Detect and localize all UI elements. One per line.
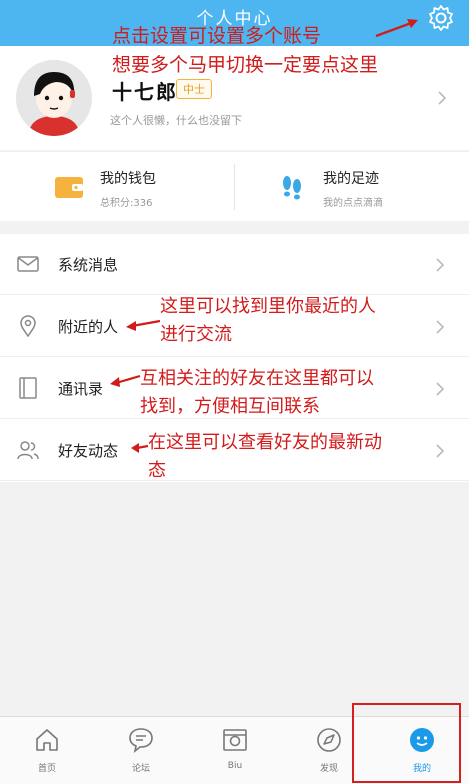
level-badge: 中士 [176,79,212,99]
annotation-contacts-2: 找到，方便相互间联系 [140,396,320,417]
menu-label: 附近的人 [58,318,119,336]
tab-home[interactable]: 首页 [0,717,94,784]
camera-icon [223,729,247,751]
home-icon [36,729,58,751]
chevron-right-icon [436,382,445,396]
highlight-box [352,703,461,783]
menu-item-system-messages[interactable]: 系统消息 [0,234,469,295]
footprint-button[interactable]: 我的足迹 我的点点滴滴 [235,152,469,222]
menu-label: 系统消息 [58,256,119,274]
wallet-points: 总积分:336 [100,198,153,209]
avatar[interactable] [16,60,92,136]
wallet-button[interactable]: 我的钱包 总积分:336 [0,152,234,222]
annotation-nearby-1: 这里可以找到里你最近的人 [160,296,376,317]
chevron-right-icon [436,444,445,458]
stats-row: 我的钱包 总积分:336 我的足迹 我的点点滴滴 [0,151,469,221]
tab-biu[interactable]: Biu [188,717,282,784]
menu-label: 好友动态 [58,442,119,460]
footprint-title: 我的足迹 [323,171,379,187]
arrow-icon [110,374,141,387]
gear-icon[interactable] [427,4,455,32]
wallet-title: 我的钱包 [100,171,156,187]
signature-text: 这个人很懒，什么也没留下 [110,114,242,127]
annotation-friends-2: 态 [148,460,166,481]
footprint-subtitle: 我的点点滴滴 [323,198,383,209]
tab-forum[interactable]: 论坛 [94,717,188,784]
wallet-icon [55,177,83,198]
mail-icon [17,256,39,272]
friends-icon [17,441,39,460]
tab-label: 论坛 [131,764,150,774]
annotation-settings-2: 想要多个马甲切换一定要点这里 [112,54,379,76]
annotation-contacts-1: 互相关注的好友在这里都可以 [140,368,374,389]
tab-label: Biu [227,761,243,771]
footprint-icon [283,176,301,200]
chevron-right-icon [438,91,447,105]
avatar-image [16,60,92,136]
annotation-settings-1: 点击设置可设置多个账号 [112,25,322,47]
chevron-right-icon [436,258,445,272]
compass-icon [317,728,341,752]
chat-bubble-icon [129,728,153,753]
username: 十七郎 [112,80,178,104]
tab-label: 首页 [37,764,56,774]
annotation-nearby-2: 进行交流 [160,324,232,345]
arrow-icon [126,319,161,331]
contacts-book-icon [19,377,37,399]
arrow-icon [131,443,149,453]
annotation-friends-1: 在这里可以查看好友的最新动 [148,432,382,453]
arrow-icon [375,19,418,38]
chevron-right-icon [436,320,445,334]
menu-label: 通讯录 [58,380,104,398]
location-pin-icon [20,315,36,338]
